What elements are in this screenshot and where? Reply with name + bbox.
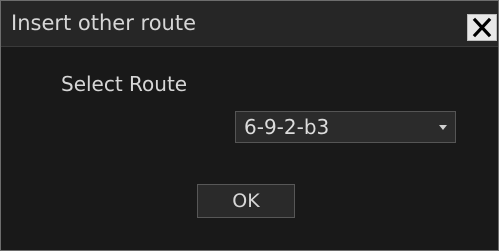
select-route-label: Select Route (61, 72, 188, 96)
ok-button-label: OK (232, 190, 260, 212)
ok-button[interactable]: OK (197, 184, 295, 218)
route-select-value: 6-9-2-b3 (244, 115, 330, 139)
chevron-down-icon (439, 125, 447, 130)
dialog-titlebar: Insert other route (1, 1, 498, 47)
route-select[interactable]: 6-9-2-b3 (235, 111, 456, 143)
close-button[interactable] (467, 14, 497, 41)
close-icon (472, 17, 492, 38)
dialog-title: Insert other route (11, 11, 197, 35)
insert-route-dialog: Insert other route Select Route 6-9-2-b3… (0, 0, 499, 251)
